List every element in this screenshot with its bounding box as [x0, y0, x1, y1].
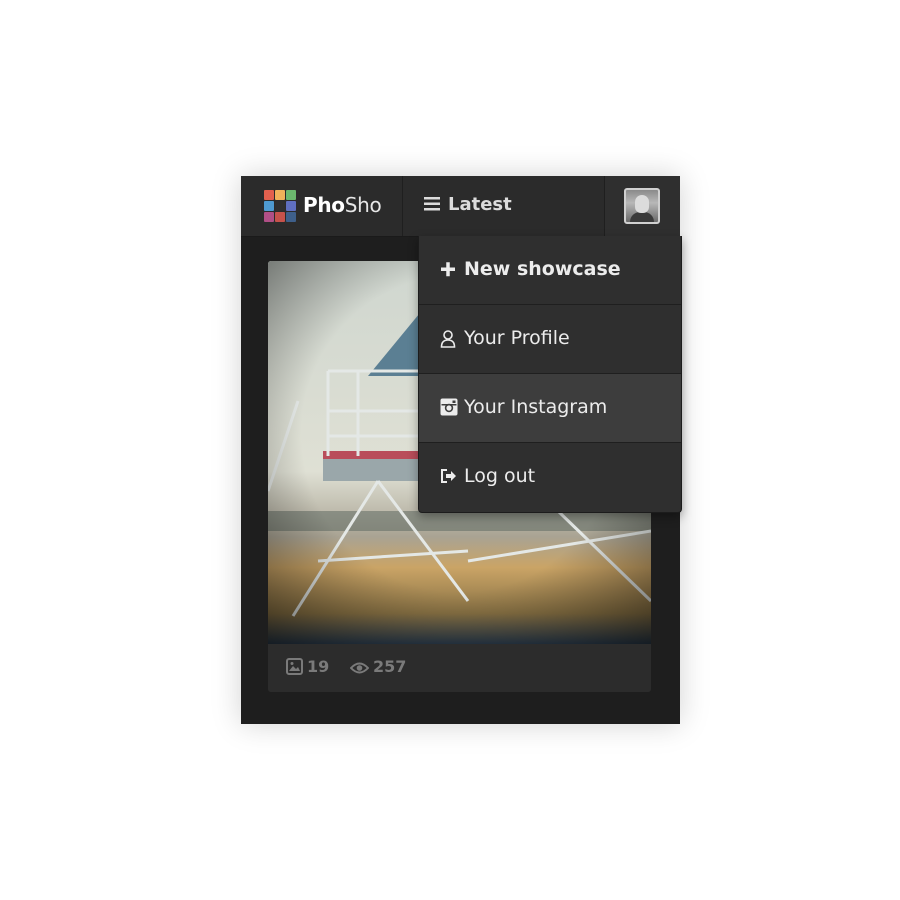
app-window: PhoSho Latest 19 257 New showcase Your P…: [241, 176, 682, 724]
menu-item-new-showcase[interactable]: New showcase: [419, 236, 681, 305]
user-icon: [440, 330, 456, 348]
menu-item-log-out[interactable]: Log out: [419, 443, 681, 511]
plus-icon: [441, 262, 455, 277]
photo-count-stat: 19: [286, 657, 329, 676]
view-count: 257: [373, 657, 407, 676]
user-menu-toggle[interactable]: [605, 176, 680, 236]
avatar: [624, 188, 660, 224]
photo-count: 19: [307, 657, 330, 676]
user-dropdown-menu: New showcase Your Profile Your Instagram: [418, 236, 682, 513]
latest-label: Latest: [448, 194, 512, 215]
latest-nav-button[interactable]: Latest: [403, 176, 605, 236]
instagram-icon: [440, 398, 458, 416]
menu-item-label: Your Instagram: [464, 396, 608, 418]
logout-icon: [441, 469, 456, 483]
navbar: PhoSho Latest: [241, 176, 680, 237]
menu-item-label: Log out: [464, 465, 536, 487]
eye-icon: [349, 662, 370, 674]
phosho-logo-icon: [264, 190, 296, 222]
menu-item-label: New showcase: [464, 258, 621, 280]
menu-item-your-instagram[interactable]: Your Instagram: [419, 374, 681, 443]
menu-item-label: Your Profile: [464, 327, 570, 349]
menu-icon: [424, 197, 440, 211]
view-count-stat: 257: [349, 657, 407, 676]
image-icon: [286, 658, 303, 675]
brand-link[interactable]: PhoSho: [241, 176, 403, 236]
showcase-stats: 19 257: [268, 644, 651, 692]
brand-name: PhoSho: [303, 193, 382, 217]
menu-item-your-profile[interactable]: Your Profile: [419, 305, 681, 374]
